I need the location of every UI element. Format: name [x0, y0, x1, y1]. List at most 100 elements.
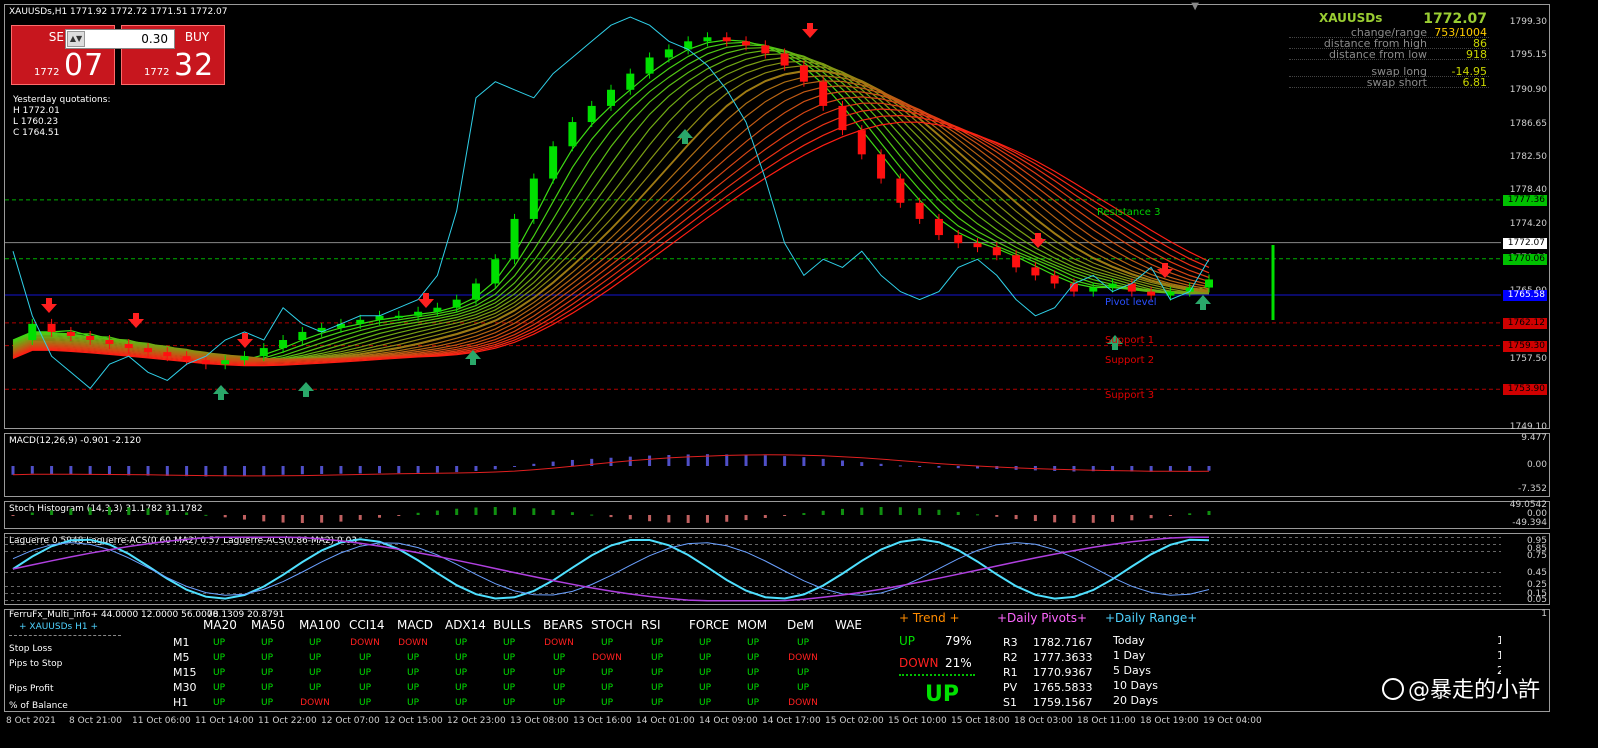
stoch-bar — [281, 515, 285, 523]
stoch-bar — [628, 515, 632, 520]
candle-body — [298, 331, 307, 341]
stoch-svg — [11, 507, 1211, 523]
pivot-value: 1765.5833 — [1033, 681, 1093, 694]
laguerre-svg — [5, 536, 1503, 602]
stoch-bar — [763, 515, 767, 518]
stoch-bar — [1053, 515, 1057, 523]
timeframe-label: M30 — [173, 681, 197, 694]
macd-bar — [146, 466, 150, 476]
macd-bar — [11, 466, 15, 475]
stoch-bar — [30, 512, 34, 515]
signal-cell: UP — [212, 653, 225, 663]
candle-body — [722, 37, 731, 42]
candle-body — [664, 49, 673, 58]
price-tag: 1759.30 — [1503, 340, 1547, 352]
macd-bar — [69, 466, 73, 475]
signal-cell: UP — [308, 668, 321, 678]
signal-cell: UP — [260, 638, 273, 648]
macd-axis: 9.477 0.00 -7.352 — [1501, 433, 1549, 496]
candle-body — [394, 315, 403, 318]
trend-direction: UP — [925, 682, 959, 707]
stoch-bar — [1149, 515, 1153, 519]
macd-bar — [455, 466, 459, 473]
candle-body — [992, 247, 1001, 256]
time-axis[interactable]: 8 Oct 2021 8 Oct 21:00 11 Oct 06:00 11 Oct … — [4, 714, 1550, 730]
pivot-name: R1 — [1003, 666, 1018, 679]
time-tick: 15 Oct 02:00 — [825, 716, 884, 726]
candle-body — [780, 53, 789, 66]
macd-bar — [50, 466, 54, 475]
candle-body — [356, 319, 365, 324]
macd-bar — [204, 466, 208, 477]
stoch-bar — [705, 515, 709, 523]
column-header: ADX14 — [445, 618, 486, 632]
signal-cell: UP — [746, 653, 759, 663]
macd-bar — [127, 466, 131, 476]
time-tick: 8 Oct 21:00 — [69, 716, 122, 726]
stoch-bar — [242, 515, 246, 520]
yesterday-quotations: Yesterday quotations: H 1772.01 L 1760.2… — [13, 95, 111, 138]
signal-cell: UP — [308, 653, 321, 663]
candle-body — [1031, 267, 1040, 276]
candle-body — [279, 340, 288, 349]
price-axis[interactable]: 1799.30 1795.15 1790.90 1786.65 1782.50 1778.… — [1501, 5, 1549, 432]
chart-shift-icon[interactable]: ▼ — [1191, 1, 1199, 12]
price-tick: 1799.30 — [1509, 16, 1547, 27]
stoch-bar — [725, 515, 729, 522]
time-tick: 14 Oct 01:00 — [636, 716, 695, 726]
stoch-bar — [165, 510, 169, 515]
macd-bar — [339, 466, 343, 474]
candle-body — [973, 243, 982, 248]
signal-cell: UP — [358, 698, 371, 708]
time-tick: 8 Oct 2021 — [6, 716, 56, 726]
ma-ribbon-line — [12, 75, 1210, 361]
laguerre-pane[interactable]: Laguerre 0.5948 Laguerre-ACS(0.60-MA2) 0… — [4, 533, 1550, 605]
macd-bar — [956, 466, 960, 469]
signal-cell: DOWN — [300, 698, 330, 708]
price-tick: 1795.15 — [1509, 50, 1547, 61]
candle-body — [336, 323, 345, 328]
pivot-value: 1782.7167 — [1033, 636, 1093, 649]
macd-bar — [30, 466, 34, 474]
main-price-pane[interactable]: XAUUSDs,H1 1771.92 1772.72 1771.51 1772.… — [4, 1, 1550, 432]
macd-bar — [281, 466, 285, 475]
macd-bar — [88, 466, 92, 475]
column-header: WAE — [835, 618, 862, 632]
candle-body — [645, 57, 654, 74]
macd-bar — [879, 463, 883, 466]
lot-stepper-icon[interactable]: ▲▼ — [67, 31, 85, 47]
column-header: MACD — [397, 618, 433, 632]
macd-bar — [242, 466, 246, 476]
trend-title: + Trend + — [899, 611, 960, 625]
macd-pane[interactable]: MACD(12,26,9) -0.901 -2.120 9.477 0.00 -… — [4, 433, 1550, 497]
macd-bar — [937, 466, 941, 468]
candle-body — [414, 311, 423, 316]
candle-body — [587, 105, 596, 123]
range-period: 10 Days — [1113, 679, 1158, 692]
resistance-3-label: Resistance 3 — [1097, 207, 1161, 218]
macd-bar — [802, 457, 806, 466]
range-period: 5 Days — [1113, 664, 1151, 677]
signal-cell: UP — [260, 653, 273, 663]
macd-bar — [840, 460, 844, 466]
signal-cell: UP — [650, 653, 663, 663]
time-tick: 15 Oct 18:00 — [951, 716, 1010, 726]
stoch-bar — [146, 508, 150, 515]
time-tick: 14 Oct 17:00 — [762, 716, 821, 726]
macd-bar — [435, 466, 439, 473]
ferrufx-multi-info-pane[interactable]: FerruFx_Multi_info+ 44.0000 12.0000 56.0… — [4, 609, 1550, 712]
time-tick: 11 Oct 22:00 — [258, 716, 317, 726]
candle-body — [896, 178, 905, 203]
signal-cell: UP — [406, 668, 419, 678]
price-tick: 1757.50 — [1509, 354, 1547, 365]
candle-body — [105, 340, 114, 345]
stoch-bar — [744, 515, 748, 521]
signal-cell: UP — [552, 698, 565, 708]
stoch-bar — [937, 509, 941, 515]
signal-cell: UP — [454, 698, 467, 708]
stoch-bar — [821, 510, 825, 515]
info-symbol: + XAUUSDs H1 + — [19, 622, 98, 632]
price-tag: 1753.90 — [1503, 384, 1547, 396]
sell-arrow-icon — [41, 298, 57, 313]
stoch-histogram-pane[interactable]: Stoch Histogram (14,3,3) 31.1782 31.1782… — [4, 500, 1550, 529]
